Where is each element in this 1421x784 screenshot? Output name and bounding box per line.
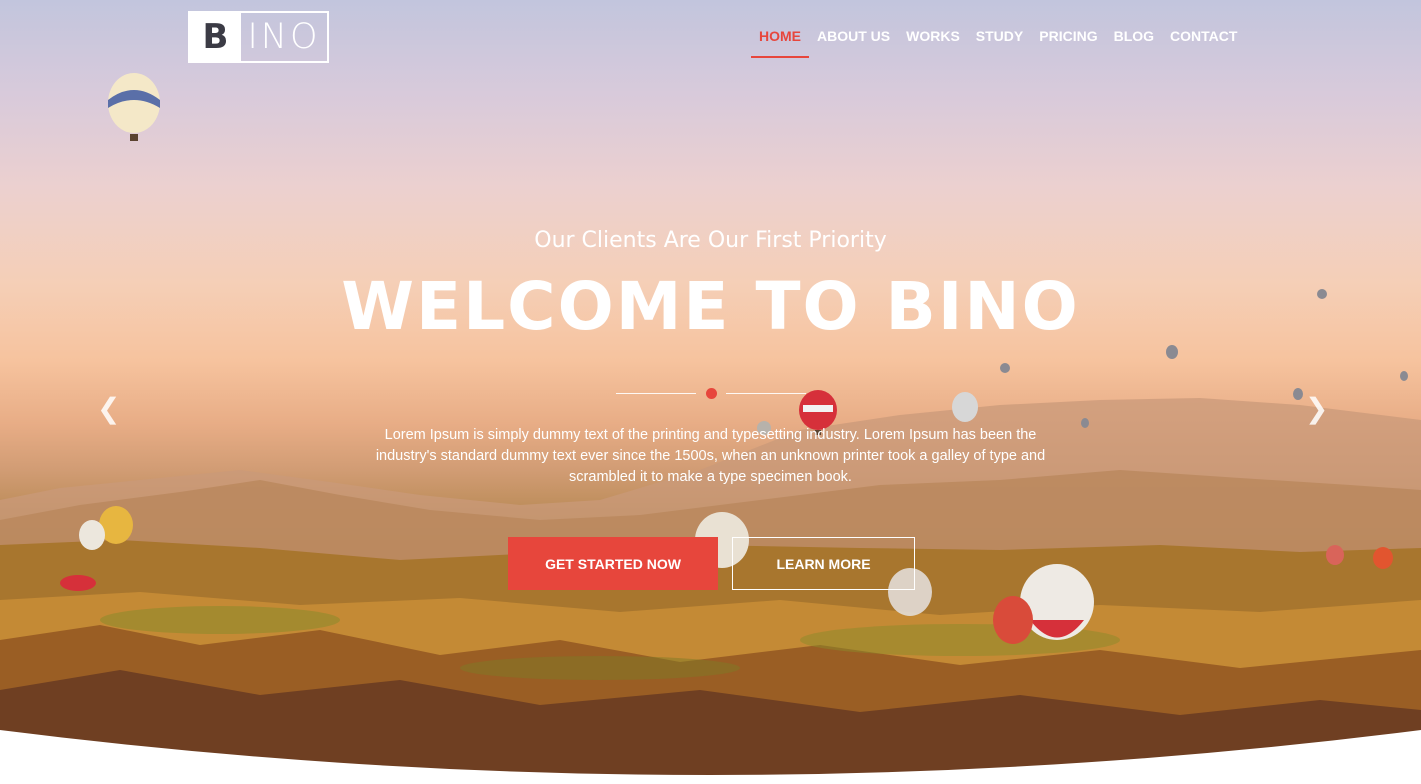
balloon-large-top-left: [108, 73, 160, 141]
nav-blog[interactable]: BLOG: [1106, 24, 1162, 58]
hero-description: Lorem Ipsum is simply dummy text of the …: [375, 427, 1046, 485]
nav-study[interactable]: STUDY: [968, 24, 1031, 58]
logo-text: INO: [247, 17, 321, 57]
brand-logo[interactable]: B INO: [188, 11, 329, 63]
hero-divider: [616, 387, 806, 399]
divider-line-left: [616, 393, 696, 394]
nav-home[interactable]: HOME: [751, 24, 809, 58]
divider-line-right: [726, 393, 806, 394]
nav-about-us[interactable]: ABOUT US: [809, 24, 898, 58]
nav-works[interactable]: WORKS: [898, 24, 968, 58]
divider-dot: [706, 388, 717, 399]
hero-section: B INO HOME ABOUT US WORKS STUDY PRICING …: [0, 0, 1421, 784]
learn-more-button[interactable]: LEARN MORE: [732, 537, 915, 590]
chevron-left-icon[interactable]: ❮: [97, 395, 120, 423]
logo-letter: B: [190, 13, 241, 61]
chevron-right-icon[interactable]: ❯: [1305, 395, 1328, 423]
hero-bottom-curve: [0, 730, 1421, 784]
hero-headline: WELCOME TO BINO: [341, 268, 1080, 345]
nav-contact[interactable]: CONTACT: [1162, 24, 1245, 58]
main-nav: HOME ABOUT US WORKS STUDY PRICING BLOG C…: [751, 24, 1245, 58]
nav-pricing[interactable]: PRICING: [1031, 24, 1105, 58]
get-started-button[interactable]: GET STARTED NOW: [508, 537, 718, 590]
hero-tagline: Our Clients Are Our First Priority: [534, 228, 887, 253]
